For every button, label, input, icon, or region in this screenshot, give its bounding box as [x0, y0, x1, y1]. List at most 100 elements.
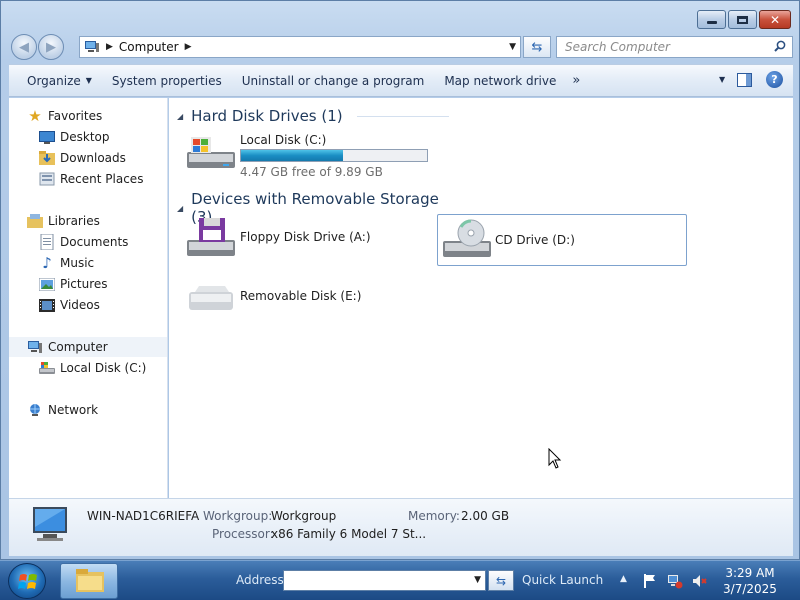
nav-desktop[interactable]: Desktop [39, 127, 110, 147]
drive-removable-e[interactable]: Removable Disk (E:) [185, 276, 361, 320]
network-icon [27, 402, 43, 418]
clock-time: 3:29 AM [725, 566, 775, 580]
downloads-icon [39, 150, 55, 166]
taskbar-address-input[interactable]: ▼ [283, 570, 486, 591]
cd-drive-label: CD Drive (D:) [495, 233, 575, 247]
maximize-button[interactable] [728, 10, 757, 29]
workgroup-label: Workgroup: [203, 509, 273, 523]
local-disk-icon [39, 360, 55, 376]
computer-icon [27, 339, 43, 355]
cd-drive-icon [443, 219, 491, 257]
taskbar-explorer-button[interactable] [60, 563, 118, 599]
refresh-button[interactable]: ⇆ [523, 36, 551, 58]
navigation-pane: ★ Favorites Desktop Downloads Recent Pla… [9, 98, 168, 498]
organize-button[interactable]: Organize ▼ [9, 74, 102, 88]
nav-documents[interactable]: Documents [39, 232, 128, 252]
group-hard-disk-drives[interactable]: ◢ Hard Disk Drives (1) [177, 107, 449, 125]
nav-pictures[interactable]: Pictures [39, 274, 108, 294]
nav-music-label: Music [60, 256, 95, 270]
map-drive-label: Map network drive [444, 73, 557, 88]
cd-drive-content: CD Drive (D:) [441, 217, 575, 261]
nav-documents-label: Documents [60, 235, 129, 249]
nav-recent-places[interactable]: Recent Places [39, 169, 143, 189]
pictures-icon [39, 276, 55, 292]
show-hidden-icons-icon[interactable]: ▲ [620, 574, 627, 584]
clock[interactable]: 3:29 AM 3/7/2025 [718, 565, 782, 597]
forward-button[interactable]: ▶ [38, 34, 64, 60]
drive-cd-d[interactable]: CD Drive (D:) [437, 214, 687, 266]
nav-downloads[interactable]: Downloads [39, 148, 126, 168]
computer-large-icon [33, 507, 67, 541]
address-bar[interactable]: ▶ Computer ▶ ▼ [79, 36, 521, 58]
nav-libraries[interactable]: Libraries [27, 211, 100, 231]
mouse-cursor-icon [548, 448, 562, 469]
nav-local-disk-label: Local Disk (C:) [60, 361, 147, 375]
nav-pictures-label: Pictures [60, 277, 108, 291]
nav-buttons: ◀ ▶ [11, 34, 69, 60]
nav-favorites-label: Favorites [48, 109, 103, 123]
processor-label: Processor: [212, 527, 274, 541]
address-row: ◀ ▶ ▶ Computer ▶ ▼ ⇆ [9, 33, 793, 61]
clock-date: 3/7/2025 [723, 582, 777, 596]
recent-places-icon [39, 171, 55, 187]
documents-icon [39, 234, 55, 250]
taskbar-go-button[interactable]: ⇆ [488, 570, 514, 591]
floppy-drive-label: Floppy Disk Drive (A:) [240, 230, 371, 244]
nav-videos-label: Videos [60, 298, 100, 312]
removable-drive-icon [189, 286, 233, 310]
search-input[interactable] [565, 40, 765, 54]
windows-logo-icon [18, 574, 37, 589]
nav-network[interactable]: Network [27, 400, 98, 420]
address-dropdown-icon[interactable]: ▼ [509, 42, 516, 52]
views-chevron-down-icon[interactable]: ▼ [719, 75, 725, 84]
volume-muted-icon[interactable] [692, 573, 708, 589]
quick-launch-label[interactable]: Quick Launch [522, 573, 603, 587]
search-icon[interactable] [774, 40, 786, 52]
system-properties-button[interactable]: System properties [102, 74, 232, 88]
drive-local-disk-c[interactable]: Local Disk (C:) 4.47 GB free of 9.89 GB [185, 132, 428, 179]
local-disk-label: Local Disk (C:) [240, 133, 327, 147]
back-button[interactable]: ◀ [11, 34, 37, 60]
nav-computer[interactable]: Computer [9, 337, 167, 357]
group-hard-disk-label: Hard Disk Drives (1) [191, 107, 343, 125]
taskbar-address-dropdown-icon[interactable]: ▼ [474, 575, 481, 585]
action-center-flag-icon[interactable] [642, 573, 658, 589]
videos-icon [39, 297, 55, 313]
nav-computer-label: Computer [48, 340, 108, 354]
refresh-icon: ⇆ [531, 39, 543, 55]
memory-value: 2.00 GB [461, 509, 510, 523]
more-commands-button[interactable]: » [566, 73, 590, 88]
maximize-icon [737, 15, 748, 24]
capacity-bar [240, 149, 428, 162]
change-view-button[interactable]: ▼ [707, 73, 725, 87]
uninstall-label: Uninstall or change a program [241, 73, 425, 88]
preview-pane-icon[interactable] [737, 72, 752, 87]
nav-local-disk[interactable]: Local Disk (C:) [39, 358, 146, 378]
minimize-button[interactable] [697, 10, 726, 29]
start-button[interactable] [8, 563, 46, 599]
search-box[interactable] [556, 36, 793, 58]
collapse-triangle-icon: ◢ [177, 111, 184, 121]
nav-downloads-label: Downloads [60, 151, 126, 165]
processor-value: x86 Family 6 Model 7 St... [271, 527, 427, 541]
forward-arrow-icon: ▶ [46, 39, 56, 55]
nav-desktop-label: Desktop [60, 130, 110, 144]
nav-recent-places-label: Recent Places [60, 172, 144, 186]
nav-music[interactable]: ♪ Music [39, 253, 94, 273]
nav-videos[interactable]: Videos [39, 295, 100, 315]
map-network-drive-button[interactable]: Map network drive [434, 74, 566, 88]
workgroup-value: Workgroup [271, 509, 337, 523]
help-icon[interactable]: ? [766, 71, 783, 88]
libraries-icon [27, 213, 43, 229]
breadcrumb-chevron-icon[interactable]: ▶ [185, 42, 192, 52]
uninstall-program-button[interactable]: Uninstall or change a program [232, 74, 435, 88]
drive-floppy-a[interactable]: Floppy Disk Drive (A:) [185, 216, 371, 260]
nav-favorites[interactable]: ★ Favorites [27, 106, 102, 126]
caption-buttons: ✕ [697, 10, 791, 29]
breadcrumb-separator-icon[interactable]: ▶ [106, 42, 113, 52]
collapse-triangle-icon: ◢ [177, 203, 184, 213]
network-tray-icon[interactable] [667, 573, 683, 589]
breadcrumb-computer[interactable]: Computer [119, 40, 179, 54]
close-button[interactable]: ✕ [759, 10, 791, 29]
back-arrow-icon: ◀ [19, 39, 29, 55]
